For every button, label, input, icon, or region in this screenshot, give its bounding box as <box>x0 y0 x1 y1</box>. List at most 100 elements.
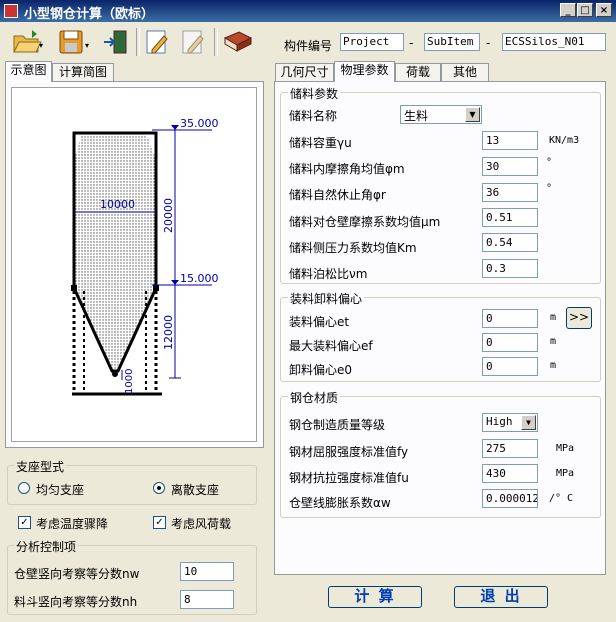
calculate-button[interactable]: 计 算 <box>328 586 422 608</box>
steel-row-unit: MPa <box>556 468 575 479</box>
repose-angle-input[interactable]: 36 <box>482 183 538 202</box>
ecc-row-unit: m <box>550 360 557 371</box>
fill-eccentricity-input[interactable]: 0 <box>482 309 538 328</box>
svg-text:▾: ▾ <box>39 41 43 50</box>
mat-row-label: 储料侧压力系数均值Km <box>289 241 417 255</box>
unit-weight-input[interactable]: 13 <box>482 131 538 150</box>
component-number-input[interactable]: ECSSilos_N01 <box>502 33 606 51</box>
wall-friction-input[interactable]: 0.51 <box>482 208 538 227</box>
tensile-strength-input[interactable]: 430 <box>482 464 538 483</box>
exit-button[interactable]: 退 出 <box>454 586 548 608</box>
discharge-eccentricity-input[interactable]: 0 <box>482 357 538 376</box>
material-name-label: 储料名称 <box>289 109 338 123</box>
uniform-support-label: 均匀支座 <box>36 483 85 497</box>
close-button[interactable]: × <box>596 3 612 17</box>
diagram-panel: 35.000 15.000 20000 12000 10000 1000 <box>5 81 264 448</box>
ring-mark <box>153 285 159 291</box>
ecc-row-unit: m <box>550 336 557 347</box>
quality-grade-value: High <box>486 415 513 428</box>
tab-geometry[interactable]: 几何尺寸 <box>275 63 334 81</box>
steel-row-label: 仓壁线膨胀系数αw <box>289 496 391 510</box>
lateral-pressure-input[interactable]: 0.54 <box>482 233 538 252</box>
mat-row-label: 储料自然休止角φr <box>289 188 386 202</box>
tab-diagram[interactable]: 示意图 <box>5 61 52 82</box>
material-name-select[interactable]: 生料 ▼ <box>400 105 482 124</box>
subitem-code-input[interactable]: SubItem <box>424 33 480 51</box>
analysis-title: 分析控制项 <box>14 538 79 555</box>
yield-strength-input[interactable]: 275 <box>482 439 538 458</box>
window-title: 小型钢仓计算（欧标） <box>24 7 155 22</box>
wind-load-label: 考虑风荷载 <box>171 517 232 531</box>
wind-load-checkbox[interactable]: ✓ <box>153 516 166 529</box>
ecc-row-label: 卸料偏心e0 <box>289 363 353 377</box>
nw-input[interactable]: 10 <box>180 562 234 581</box>
toolbar-separator <box>136 28 140 56</box>
cyl-height-label: 20000 <box>162 198 175 233</box>
mat-row-label: 储料容重γu <box>289 136 352 150</box>
discrete-support-label: 离散支座 <box>171 483 220 497</box>
material-fill <box>74 133 156 371</box>
steel-row-label: 钢材屈服强度标准值fy <box>289 445 409 459</box>
material-name-value: 生料 <box>404 109 429 123</box>
book-icon[interactable] <box>222 28 253 56</box>
ring-mark <box>71 285 77 291</box>
temp-drop-label: 考虑温度骤降 <box>36 517 109 531</box>
code-dash: - <box>409 36 414 50</box>
toolbar-separator <box>214 28 218 56</box>
support-type-title: 支座型式 <box>14 458 67 475</box>
mat-row-unit: ° <box>546 157 553 168</box>
nh-input[interactable]: 8 <box>180 590 234 609</box>
more-eccentricity-button[interactable]: >> <box>566 307 592 329</box>
nw-label: 仓壁竖向考察等分数nw <box>14 567 140 581</box>
open-folder-icon[interactable]: ▾ <box>12 28 43 56</box>
elev-mid-label: 15.000 <box>180 272 219 285</box>
ecc-row-label: 装料偏心et <box>289 315 350 329</box>
uniform-support-radio[interactable] <box>18 482 30 494</box>
tab-physical[interactable]: 物理参数 <box>334 61 395 82</box>
outlet-label: 1000 <box>124 369 135 394</box>
mat-row-unit: KN/m3 <box>549 135 580 146</box>
nh-label: 料斗竖向考察等分数nh <box>14 595 138 609</box>
diameter-label: 10000 <box>100 198 135 211</box>
discrete-support-radio[interactable] <box>153 482 165 494</box>
elev-top-label: 35.000 <box>180 117 219 130</box>
mat-row-label: 储料内摩擦角均值φm <box>289 162 405 176</box>
max-fill-eccentricity-input[interactable]: 0 <box>482 333 538 352</box>
chevron-down-icon[interactable]: ▼ <box>465 107 480 122</box>
steel-row-unit: MPa <box>556 443 575 454</box>
ecc-row-label: 最大装料偏心ef <box>289 339 373 353</box>
mat-row-label: 储料对仓壁摩擦系数均值μm <box>289 215 441 229</box>
temp-drop-checkbox[interactable]: ✓ <box>18 516 31 529</box>
save-icon[interactable]: ▾ <box>58 28 89 56</box>
eccentric-title: 装料卸料偏心 <box>288 290 365 307</box>
outlet-mark <box>112 371 118 377</box>
chevron-down-icon[interactable]: ▼ <box>521 415 536 430</box>
svg-text:▾: ▾ <box>85 41 89 50</box>
tab-calc-diagram[interactable]: 计算简图 <box>52 63 114 81</box>
thermal-expansion-input[interactable]: 0.000012 <box>482 489 538 508</box>
edit-icon[interactable] <box>144 28 172 56</box>
steel-title: 钢仓材质 <box>288 389 341 406</box>
maximize-button[interactable]: □ <box>577 3 593 17</box>
poisson-ratio-input[interactable]: 0.3 <box>482 259 538 278</box>
friction-angle-input[interactable]: 30 <box>482 157 538 176</box>
project-code-input[interactable]: Project <box>340 33 404 51</box>
mat-row-unit: ° <box>546 183 553 194</box>
exit-door-icon[interactable] <box>102 28 130 56</box>
steel-row-label: 钢材抗拉强度标准值fu <box>289 471 409 485</box>
code-label: 构件编号 <box>284 39 333 53</box>
material-title: 储料参数 <box>288 85 341 102</box>
tab-other[interactable]: 其他 <box>441 63 489 81</box>
diagram-canvas: 35.000 15.000 20000 12000 10000 1000 <box>11 87 257 442</box>
tab-load[interactable]: 荷载 <box>395 63 441 81</box>
silo-diagram: 35.000 15.000 20000 12000 10000 1000 <box>71 117 219 396</box>
steel-grade-label: 钢仓制造质量等级 <box>289 418 386 432</box>
code-dash: - <box>486 36 491 50</box>
quality-grade-select[interactable]: High ▼ <box>482 413 538 432</box>
minimize-button[interactable]: _ <box>560 3 576 17</box>
mat-row-label: 储料泊松比νm <box>289 267 368 281</box>
edit-disabled-icon[interactable] <box>180 28 208 56</box>
cone-height-label: 12000 <box>162 315 175 350</box>
app-icon <box>4 4 18 18</box>
title-bar: 小型钢仓计算（欧标） _ □ × <box>0 0 616 22</box>
